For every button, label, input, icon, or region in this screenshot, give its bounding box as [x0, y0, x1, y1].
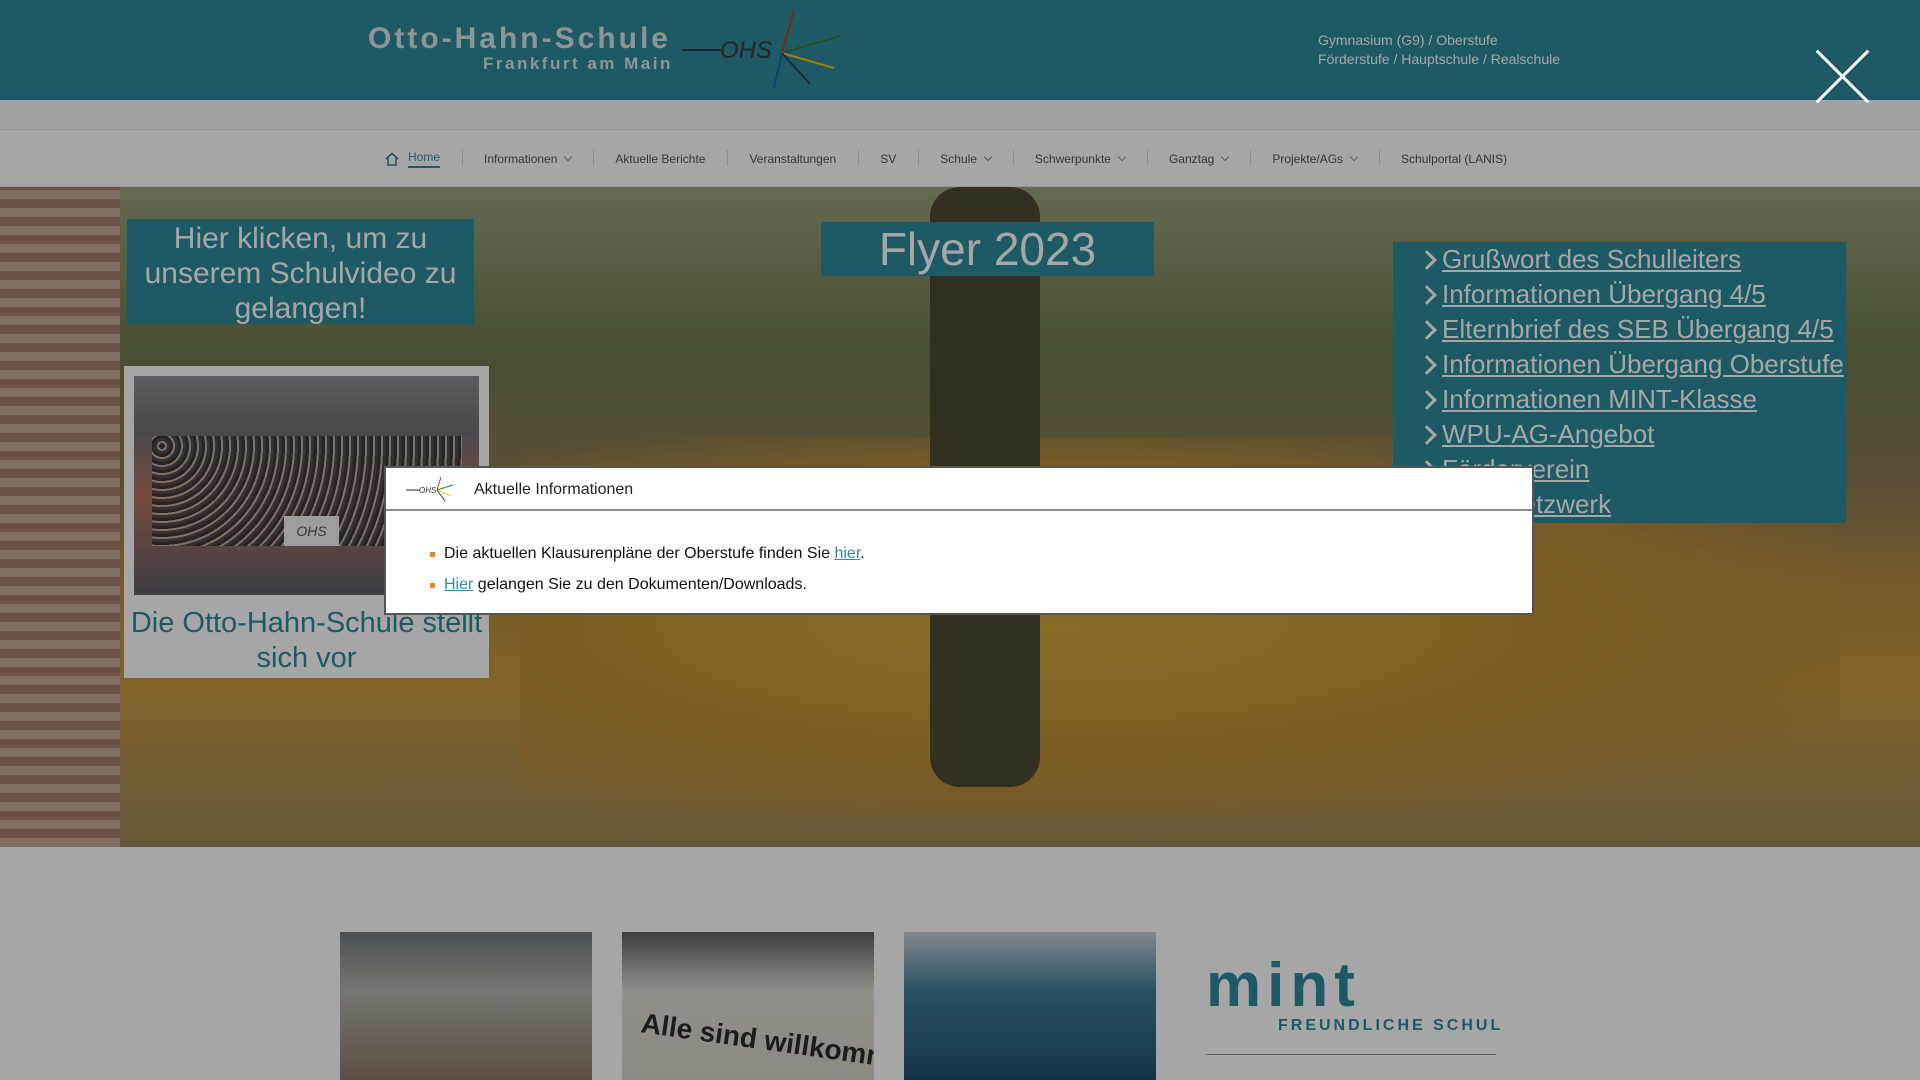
- klausurplaene-link[interactable]: hier: [834, 545, 860, 562]
- info-item-klausurplaene: Die aktuellen Klausurenpläne der Oberstu…: [430, 538, 865, 569]
- info-list: Die aktuellen Klausurenpläne der Oberstu…: [430, 538, 865, 600]
- info-text: Die aktuellen Klausurenpläne der Oberstu…: [444, 545, 835, 562]
- modal-body: Die aktuellen Klausurenpläne der Oberstu…: [430, 538, 865, 600]
- downloads-link[interactable]: Hier: [444, 576, 473, 593]
- info-item-downloads: Hier gelangen Sie zu den Dokumenten/Down…: [430, 569, 865, 600]
- modal-header: OHS Aktuelle Informationen: [386, 468, 1532, 511]
- modal-title: Aktuelle Informationen: [474, 481, 634, 498]
- close-icon[interactable]: [1812, 45, 1874, 107]
- info-text: gelangen Sie zu den Dokumenten/Downloads…: [473, 576, 807, 593]
- ohs-logo-icon: OHS: [406, 476, 454, 502]
- info-text: .: [860, 545, 865, 562]
- modal-logo-text: OHS: [419, 486, 437, 495]
- info-modal: OHS Aktuelle Informationen Die aktuellen…: [384, 466, 1534, 615]
